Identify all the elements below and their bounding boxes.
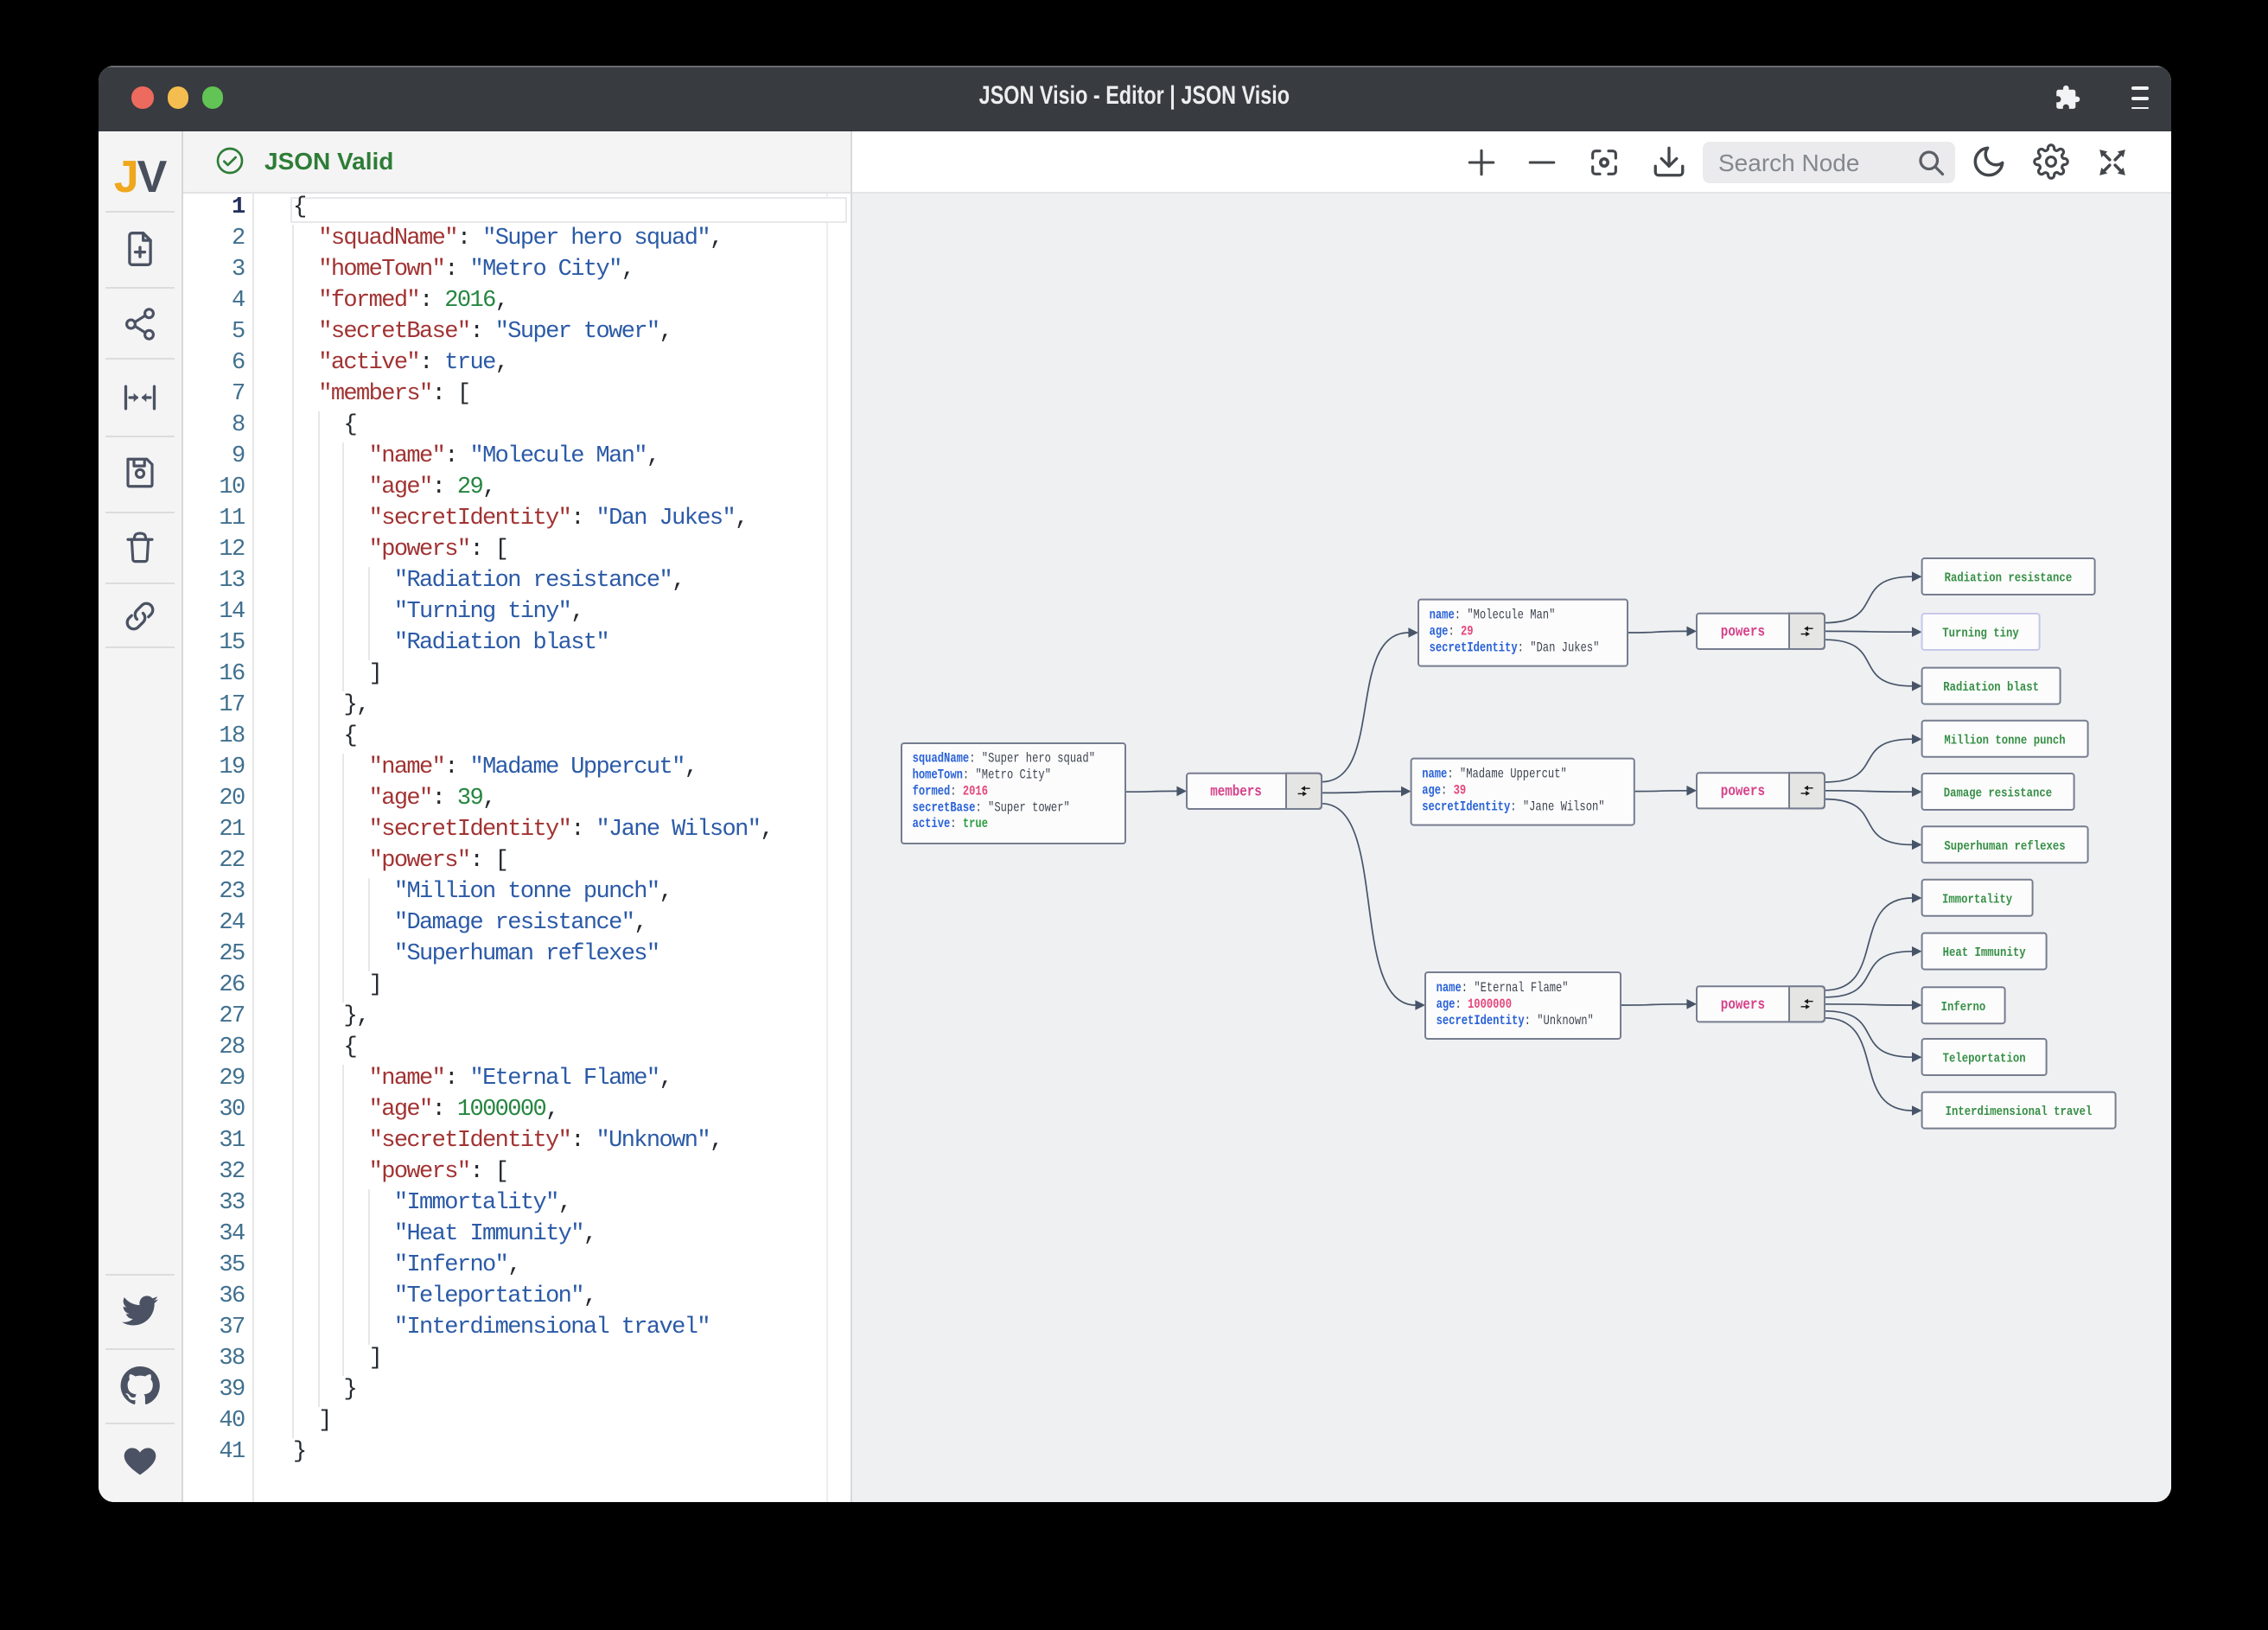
svg-text:secretIdentity: "Dan Jukes": secretIdentity: "Dan Jukes" <box>1430 639 1600 654</box>
svg-text:age: 29: age: 29 <box>1430 622 1474 638</box>
svg-text:secretIdentity: "Jane Wilson": secretIdentity: "Jane Wilson" <box>1422 798 1604 813</box>
svg-text:members: members <box>1210 784 1262 800</box>
svg-text:name: "Eternal Flame": name: "Eternal Flame" <box>1437 979 1569 995</box>
svg-text:age: 39: age: 39 <box>1422 781 1466 797</box>
svg-text:secretIdentity: "Unknown": secretIdentity: "Unknown" <box>1437 1012 1594 1028</box>
svg-text:powers: powers <box>1721 783 1765 799</box>
svg-text:powers: powers <box>1721 996 1765 1013</box>
svg-text:age: 1000000: age: 1000000 <box>1437 996 1512 1011</box>
svg-text:name: "Molecule Man": name: "Molecule Man" <box>1430 607 1556 622</box>
svg-text:secretBase: "Super tower": secretBase: "Super tower" <box>913 799 1070 814</box>
svg-text:formed: 2016: formed: 2016 <box>913 782 988 798</box>
svg-text:homeTown: "Metro City": homeTown: "Metro City" <box>913 766 1051 781</box>
svg-text:Heat Immunity: Heat Immunity <box>1943 944 2026 959</box>
svg-text:squadName: "Super hero squad": squadName: "Super hero squad" <box>913 750 1095 766</box>
svg-text:Turning tiny: Turning tiny <box>1942 625 2019 640</box>
svg-text:active: true: active: true <box>913 815 988 831</box>
svg-text:Interdimensional travel: Interdimensional travel <box>1946 1103 2093 1118</box>
svg-text:powers: powers <box>1721 624 1765 640</box>
svg-text:name: "Madame Uppercut": name: "Madame Uppercut" <box>1422 766 1567 781</box>
svg-text:Teleportation: Teleportation <box>1943 1050 2026 1066</box>
svg-text:Superhuman reflexes: Superhuman reflexes <box>1944 837 2065 853</box>
svg-text:Inferno: Inferno <box>1941 998 1986 1014</box>
svg-text:Radiation blast: Radiation blast <box>1943 678 2039 694</box>
svg-text:Radiation resistance: Radiation resistance <box>1945 570 2073 585</box>
svg-text:Million tonne punch: Million tonne punch <box>1944 731 2065 747</box>
svg-text:Damage resistance: Damage resistance <box>1944 785 2052 800</box>
svg-text:Immortality: Immortality <box>1942 890 2012 906</box>
